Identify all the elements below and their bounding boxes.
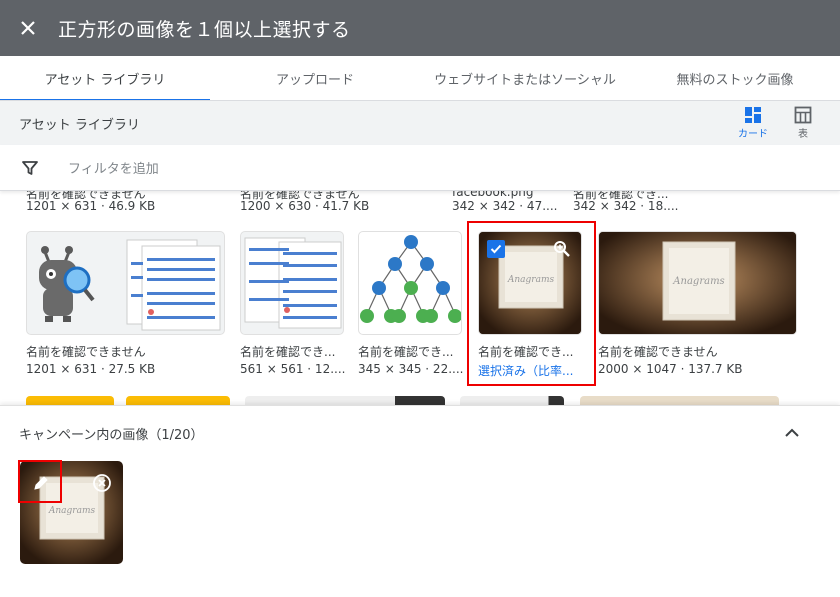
filter-icon bbox=[22, 160, 38, 175]
chevron-up-icon bbox=[785, 428, 799, 437]
table-view-button[interactable]: 表 bbox=[783, 106, 823, 142]
table-view-icon bbox=[794, 106, 812, 124]
asset-thumbnail-partial[interactable] bbox=[580, 396, 779, 405]
close-icon bbox=[21, 21, 35, 35]
card-view-icon bbox=[745, 107, 761, 123]
close-circle-icon bbox=[93, 474, 111, 492]
asset-meta: 342 × 342 · 47.... bbox=[452, 199, 558, 213]
asset-thumbnail[interactable] bbox=[358, 231, 462, 335]
tab-stock-images[interactable]: 無料のストック画像 bbox=[630, 56, 840, 101]
svg-text:Anagrams: Anagrams bbox=[672, 276, 724, 287]
asset-meta: 2000 × 1047 · 137.7 KB bbox=[598, 362, 743, 376]
source-tabs: アセット ライブラリ アップロード ウェブサイトまたはソーシャル 無料のストック… bbox=[0, 56, 840, 101]
asset-thumbnail-partial[interactable] bbox=[245, 396, 445, 405]
asset-thumbnail[interactable] bbox=[26, 231, 225, 335]
campaign-images-panel: キャンペーン内の画像（1/20） Anagrams bbox=[0, 405, 840, 597]
asset-meta: 1201 × 631 · 46.9 KB bbox=[26, 199, 156, 213]
card-view-button[interactable]: カード bbox=[733, 106, 773, 142]
svg-text:Anagrams: Anagrams bbox=[48, 506, 96, 516]
asset-thumbnail-partial[interactable] bbox=[460, 396, 564, 405]
asset-meta: 1200 × 630 · 41.7 KB bbox=[240, 199, 370, 213]
remove-button[interactable] bbox=[92, 473, 112, 497]
tab-upload[interactable]: アップロード bbox=[210, 56, 420, 101]
asset-name: 名前を確認でき... bbox=[358, 345, 454, 359]
edit-highlight bbox=[18, 460, 62, 503]
asset-thumbnail[interactable] bbox=[240, 231, 344, 335]
asset-thumbnail-partial[interactable] bbox=[26, 396, 114, 405]
asset-name: 名前を確認できません bbox=[26, 345, 146, 359]
library-title: アセット ライブラリ bbox=[19, 117, 140, 133]
asset-name: facebook.png bbox=[452, 191, 534, 199]
asset-grid: 名前を確認できません 名前を確認できません facebook.png 名前を確認… bbox=[0, 191, 840, 405]
collapse-button[interactable] bbox=[783, 424, 801, 446]
tab-asset-library[interactable]: アセット ライブラリ bbox=[0, 56, 210, 101]
dialog-title: 正方形の画像を１個以上選択する bbox=[58, 18, 351, 41]
dialog-header: 正方形の画像を１個以上選択する bbox=[0, 0, 840, 56]
asset-name: 名前を確認でき... bbox=[240, 345, 336, 359]
table-view-label: 表 bbox=[798, 129, 808, 140]
asset-meta: 342 × 342 · 18.... bbox=[573, 199, 679, 213]
add-filter-label[interactable]: フィルタを追加 bbox=[68, 158, 159, 177]
asset-thumbnail-partial[interactable] bbox=[126, 396, 230, 405]
asset-meta: 561 × 561 · 12.... bbox=[240, 362, 346, 376]
filter-bar[interactable]: フィルタを追加 bbox=[0, 145, 840, 191]
asset-meta: 1201 × 631 · 27.5 KB bbox=[26, 362, 156, 376]
campaign-images-title: キャンペーン内の画像（1/20） bbox=[19, 428, 204, 443]
close-button[interactable] bbox=[0, 0, 56, 56]
asset-meta: 345 × 345 · 22.... bbox=[358, 362, 464, 376]
asset-thumbnail[interactable]: Anagrams bbox=[598, 231, 797, 335]
tab-website-social[interactable]: ウェブサイトまたはソーシャル bbox=[420, 56, 630, 101]
card-view-label: カード bbox=[738, 129, 768, 140]
library-toolbar: アセット ライブラリ カード 表 bbox=[0, 101, 840, 145]
selection-highlight bbox=[467, 221, 596, 386]
asset-name: 名前を確認できません bbox=[598, 345, 718, 359]
